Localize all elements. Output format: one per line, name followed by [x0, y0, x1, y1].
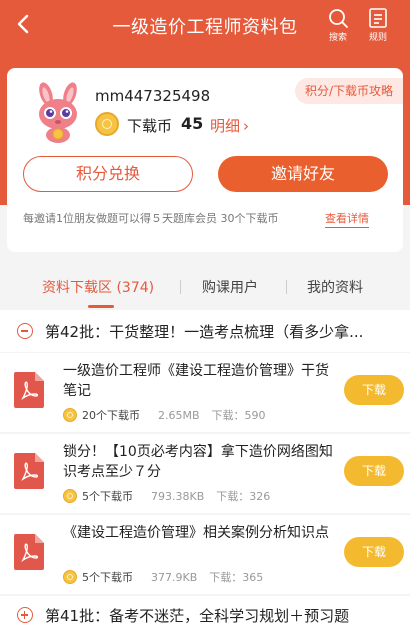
- item-size: 377.9KB: [151, 571, 198, 584]
- expand-icon: [17, 607, 33, 623]
- item-size: 2.65MB: [158, 409, 200, 422]
- pdf-icon: [14, 372, 44, 408]
- coin-detail-label: 明细: [210, 117, 241, 135]
- coin-icon: [63, 489, 77, 503]
- points-guide-tag[interactable]: 积分/下载币攻略: [294, 78, 403, 104]
- coin-icon: [63, 570, 77, 584]
- invite-reward-note: 每邀请1位朋友做题可以得５天题库会员 30个下载币: [23, 212, 279, 225]
- username: mm447325498: [95, 87, 211, 105]
- collapse-icon: [17, 323, 33, 339]
- pdf-icon: [14, 534, 44, 570]
- search-button[interactable]: 搜索: [323, 7, 353, 43]
- item-meta: 20个下载币 2.65MB 下载：590: [63, 407, 266, 425]
- top-nav-bar: 一级造价工程师资料包 搜索 规则: [0, 0, 410, 52]
- profile-card: mm447325498 积分/下载币攻略 下载币 45 明细 › 积分兑换 邀请好…: [7, 68, 403, 252]
- item-title: 《建设工程造价管理》相关案例分析知识点: [63, 525, 329, 541]
- active-tab-indicator: [88, 305, 114, 308]
- item-meta: 5个下载币 377.9KB 下载：365: [63, 569, 263, 587]
- list-item[interactable]: 《建设工程造价管理》相关案例分析知识点 5个下载币 377.9KB 下载：365 下…: [0, 515, 410, 594]
- download-button[interactable]: 下载: [344, 375, 404, 405]
- item-downloads: 下载：590: [211, 409, 266, 422]
- view-details-link[interactable]: 查看详情: [325, 210, 369, 228]
- download-button[interactable]: 下载: [344, 456, 404, 486]
- item-price: 5个下载币: [82, 490, 133, 503]
- tab-course-users[interactable]: 购课用户: [202, 277, 258, 297]
- search-label: 搜索: [328, 33, 347, 43]
- list-item[interactable]: 一级造价工程师《建设工程造价管理》干货笔记 20个下载币 2.65MB 下载：590…: [0, 353, 410, 432]
- tab-divider: [286, 280, 287, 294]
- rules-button[interactable]: 规则: [363, 7, 393, 43]
- item-title: 锁分！【10页必考内容】拿下造价网络图知识考点至少７分: [63, 444, 333, 480]
- rules-label: 规则: [368, 33, 387, 43]
- coin-icon: [95, 112, 119, 136]
- tab-divider: [180, 280, 181, 294]
- coin-icon: [63, 408, 77, 422]
- coin-balance: 45: [181, 114, 204, 133]
- list-item[interactable]: 锁分！【10页必考内容】拿下造价网络图知识考点至少７分 5个下载币 793.38K…: [0, 434, 410, 513]
- item-size: 793.38KB: [151, 490, 205, 503]
- tab-download-area[interactable]: 资料下载区 (374): [42, 277, 154, 297]
- search-icon: [329, 9, 348, 28]
- item-price: 5个下载币: [82, 571, 133, 584]
- batch-section-header[interactable]: 第41批：备考不迷茫，全科学习规划＋预习题: [0, 596, 410, 633]
- batch-section-header[interactable]: 第42批：干货整理！一造考点梳理（看多少拿...: [0, 310, 410, 352]
- batch-title: 第41批：备考不迷茫，全科学习规划＋预习题: [45, 607, 350, 625]
- rules-icon: [369, 8, 387, 28]
- invite-friends-button[interactable]: 邀请好友: [218, 156, 388, 192]
- item-price: 20个下载币: [82, 409, 140, 422]
- download-button[interactable]: 下载: [344, 537, 404, 567]
- points-exchange-button[interactable]: 积分兑换: [23, 156, 193, 192]
- item-meta: 5个下载币 793.38KB 下载：326: [63, 488, 270, 506]
- batch-title: 第42批：干货整理！一造考点梳理（看多少拿...: [45, 323, 364, 341]
- avatar[interactable]: [27, 82, 89, 144]
- tab-my-materials[interactable]: 我的资料: [307, 277, 363, 297]
- back-arrow-icon[interactable]: [12, 12, 34, 36]
- coin-label: 下载币: [127, 117, 173, 135]
- pdf-icon: [14, 453, 44, 489]
- coin-detail-link[interactable]: 明细 ›: [210, 115, 249, 136]
- item-downloads: 下载：365: [209, 571, 264, 584]
- item-title: 一级造价工程师《建设工程造价管理》干货笔记: [63, 363, 329, 399]
- tab-bar: 资料下载区 (374) 购课用户 我的资料: [0, 260, 410, 310]
- chevron-right-icon: ›: [243, 117, 250, 135]
- item-downloads: 下载：326: [216, 490, 271, 503]
